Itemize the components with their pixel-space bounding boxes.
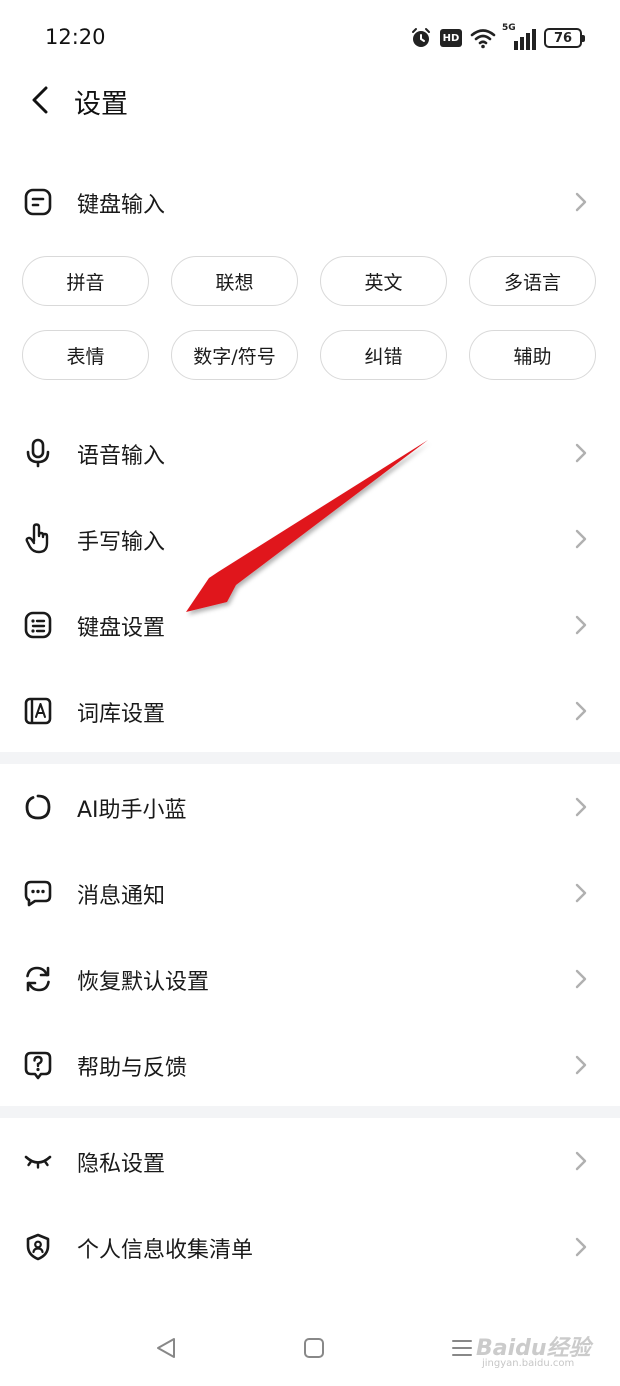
chip-numbers-symbols[interactable]: 数字/符号 (171, 330, 298, 380)
closed-eye-icon (22, 1145, 54, 1177)
row-label: 隐私设置 (77, 1152, 166, 1177)
status-icons: HD 5G 76 (410, 23, 585, 52)
row-label: 恢复默认设置 (77, 970, 210, 995)
section-divider (0, 752, 620, 764)
handwriting-input-row[interactable]: 手写输入 (0, 496, 620, 582)
chip-association[interactable]: 联想 (171, 256, 298, 306)
row-label: AI助手小蓝 (77, 798, 187, 823)
home-square-icon (304, 1338, 324, 1358)
help-icon (22, 1049, 54, 1081)
privacy-settings-row[interactable]: 隐私设置 (0, 1118, 620, 1204)
keyboard-icon (22, 609, 54, 641)
network-type-label: 5G (502, 23, 516, 33)
message-icon (22, 877, 54, 909)
hand-pointer-icon (22, 523, 54, 555)
chip-pinyin[interactable]: 拼音 (22, 256, 149, 306)
chip-multilanguage[interactable]: 多语言 (469, 256, 596, 306)
keyboard-settings-row[interactable]: 键盘设置 (0, 582, 620, 668)
chevron-right-icon (574, 882, 588, 904)
voice-input-row[interactable]: 语音输入 (0, 410, 620, 496)
personal-info-list-row[interactable]: 个人信息收集清单 (0, 1204, 620, 1290)
notifications-row[interactable]: 消息通知 (0, 850, 620, 936)
nav-home-button[interactable] (298, 1332, 330, 1364)
page-title: 设置 (74, 89, 128, 120)
status-time: 12:20 (45, 25, 106, 49)
header: 设置 (0, 76, 620, 126)
row-label: 帮助与反馈 (77, 1056, 188, 1081)
chevron-right-icon (574, 191, 588, 213)
row-label: 键盘设置 (77, 616, 166, 641)
chevron-right-icon (574, 1150, 588, 1172)
chip-english[interactable]: 英文 (320, 256, 447, 306)
square-text-icon (22, 186, 54, 218)
ai-assistant-row[interactable]: AI助手小蓝 (0, 764, 620, 850)
hd-icon: HD (440, 29, 462, 47)
shield-user-icon (22, 1231, 54, 1263)
alarm-icon (410, 27, 432, 49)
ai-ring-icon (22, 791, 54, 823)
signal-icon: 5G (502, 23, 536, 50)
restore-defaults-row[interactable]: 恢复默认设置 (0, 936, 620, 1022)
section-divider (0, 1106, 620, 1118)
dictionary-icon (22, 695, 54, 727)
help-feedback-row[interactable]: 帮助与反馈 (0, 1022, 620, 1108)
chevron-right-icon (574, 968, 588, 990)
microphone-icon (22, 437, 54, 469)
battery-icon: 76 (544, 28, 585, 48)
dictionary-settings-row[interactable]: 词库设置 (0, 668, 620, 754)
chip-correction[interactable]: 纠错 (320, 330, 447, 380)
chevron-right-icon (574, 700, 588, 722)
watermark-url: jingyan.baidu.com (482, 1358, 575, 1369)
row-label: 消息通知 (77, 884, 166, 909)
chevron-right-icon (574, 796, 588, 818)
row-label: 个人信息收集清单 (77, 1238, 254, 1263)
hd-label: HD (442, 32, 460, 44)
back-button[interactable] (22, 82, 58, 118)
chevron-right-icon (574, 1236, 588, 1258)
refresh-icon (22, 963, 54, 995)
status-bar: 12:20 HD 5G 76 (0, 0, 620, 76)
wifi-icon (470, 27, 496, 49)
menu-lines-icon (452, 1340, 472, 1356)
chip-emoji[interactable]: 表情 (22, 330, 149, 380)
battery-level: 76 (553, 30, 573, 46)
row-label: 语音输入 (77, 444, 166, 469)
row-label: 手写输入 (77, 530, 166, 555)
chevron-right-icon (574, 528, 588, 550)
row-label: 词库设置 (77, 702, 166, 727)
keyboard-input-row[interactable]: 键盘输入 (0, 159, 620, 245)
chevron-right-icon (574, 1054, 588, 1076)
chevron-right-icon (574, 614, 588, 636)
back-triangle-icon (157, 1338, 175, 1358)
nav-back-button[interactable] (150, 1332, 182, 1364)
row-label: 键盘输入 (77, 193, 166, 218)
chevron-left-icon (32, 86, 48, 114)
nav-recents-button[interactable] (446, 1332, 478, 1364)
chip-assist[interactable]: 辅助 (469, 330, 596, 380)
chevron-right-icon (574, 442, 588, 464)
